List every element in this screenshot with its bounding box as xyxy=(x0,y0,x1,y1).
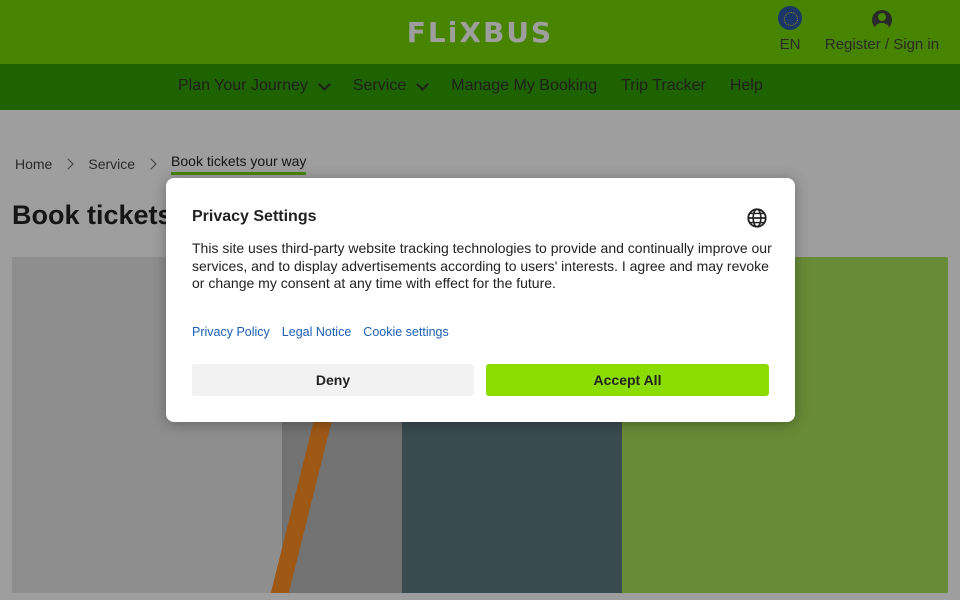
accept-all-button[interactable]: Accept All xyxy=(486,364,769,396)
dialog-body-text: This site uses third-party website track… xyxy=(192,240,772,291)
language-icon[interactable] xyxy=(746,207,768,229)
privacy-settings-dialog: Privacy Settings This site uses third-pa… xyxy=(166,178,795,422)
deny-button[interactable]: Deny xyxy=(192,364,474,396)
dialog-title: Privacy Settings xyxy=(192,208,317,225)
dialog-links: Privacy Policy Legal Notice Cookie setti… xyxy=(192,325,449,339)
legal-notice-link[interactable]: Legal Notice xyxy=(282,325,352,339)
privacy-policy-link[interactable]: Privacy Policy xyxy=(192,325,270,339)
cookie-settings-link[interactable]: Cookie settings xyxy=(363,325,448,339)
